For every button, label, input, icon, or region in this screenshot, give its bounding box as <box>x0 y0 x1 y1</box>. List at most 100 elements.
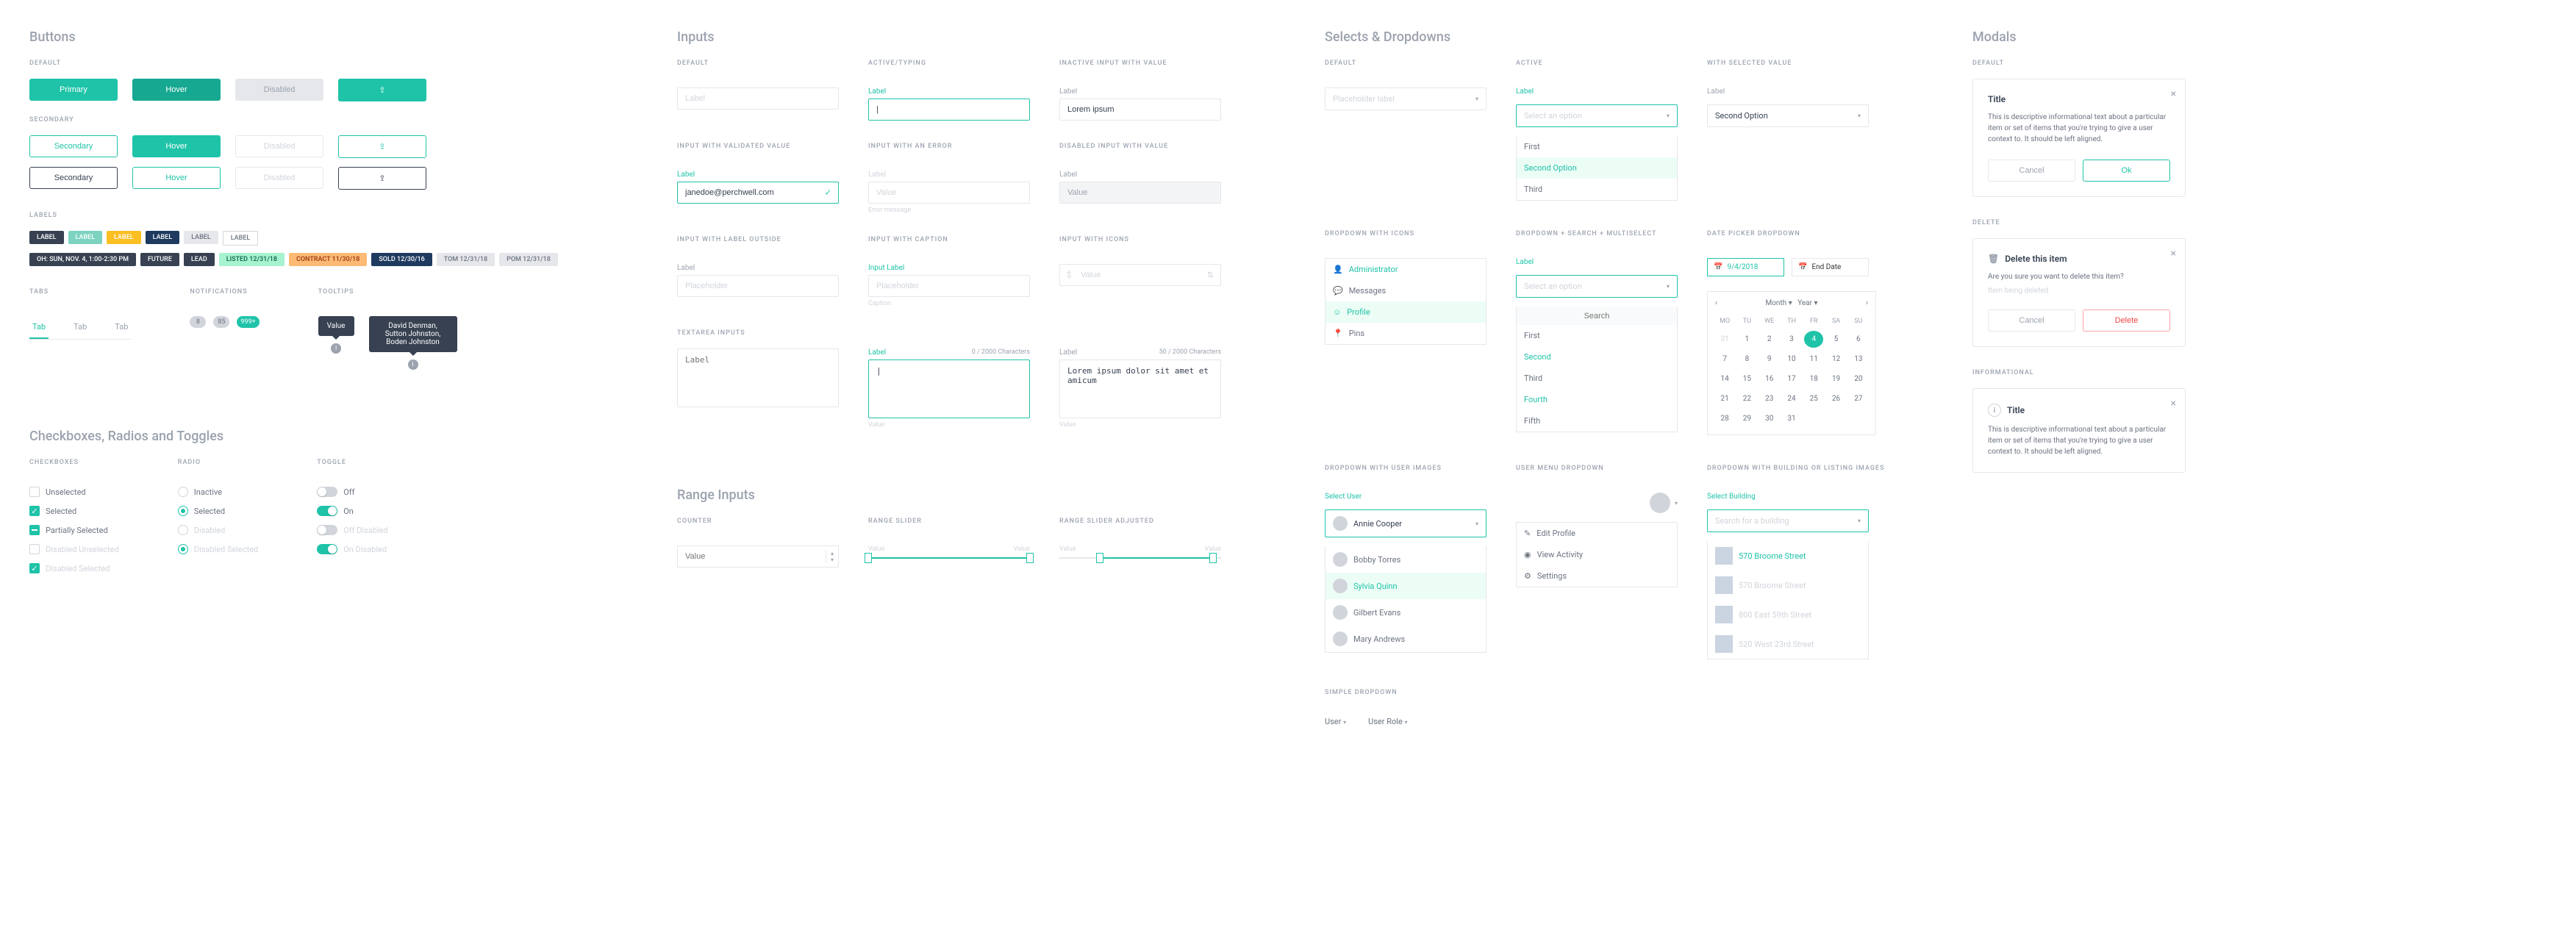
slider-handle-left[interactable] <box>1096 553 1103 563</box>
toggle-off[interactable]: Off <box>317 487 387 497</box>
end-date-input[interactable]: 📅End Date <box>1792 258 1869 276</box>
radio-selected[interactable]: Selected <box>178 506 258 516</box>
user-option[interactable]: Mary Andrews <box>1325 626 1486 652</box>
range-slider[interactable] <box>868 557 1030 559</box>
textarea-empty[interactable] <box>677 348 839 407</box>
stepper-icon[interactable]: ⇅ <box>1207 271 1214 280</box>
delete-button[interactable]: Delete <box>2083 310 2170 332</box>
slider-handle-right[interactable] <box>1026 553 1034 563</box>
dropdown-pins[interactable]: 📍Pins <box>1325 323 1486 344</box>
input-validated[interactable] <box>677 182 839 204</box>
info-icon[interactable]: i <box>331 343 341 354</box>
input-default[interactable] <box>677 87 839 110</box>
menu-view-activity[interactable]: ◉View Activity <box>1517 544 1677 565</box>
input-active[interactable] <box>868 99 1030 121</box>
textarea-filled[interactable]: Lorem ipsum dolor sit amet et amicum <box>1059 359 1221 418</box>
slider-handle-right[interactable] <box>1209 553 1217 563</box>
edit-icon: ✎ <box>1524 529 1531 538</box>
calendar-grid: MOTUWETHFRSASU 31123456 78910111213 1415… <box>1715 315 1868 427</box>
input-with-value[interactable] <box>1059 99 1221 121</box>
input-label-outside[interactable] <box>677 275 839 297</box>
counter-input[interactable]: ▴▾ <box>677 545 839 568</box>
select-placeholder[interactable]: Placeholder label▾ <box>1325 87 1486 110</box>
cancel-button[interactable]: Cancel <box>1988 310 2075 332</box>
building-option[interactable]: 570 Broome Street <box>1708 570 1868 600</box>
dropdown-option[interactable]: Fourth <box>1517 389 1677 410</box>
avatar <box>1333 631 1348 646</box>
simple-user-role[interactable]: User Role ▾ <box>1368 717 1407 726</box>
building-option[interactable]: 800 East 59th Street <box>1708 600 1868 629</box>
secondary-button[interactable]: Secondary <box>29 135 118 157</box>
status-pill: TOM 12/31/18 <box>437 253 495 266</box>
tertiary-hover-button[interactable]: Hover <box>132 167 221 189</box>
avatar[interactable] <box>1650 493 1670 513</box>
close-icon[interactable]: × <box>2171 398 2176 409</box>
notification-badge: 85 <box>213 316 229 328</box>
close-icon[interactable]: × <box>2171 88 2176 100</box>
building-option[interactable]: 520 West 23rd Street <box>1708 629 1868 659</box>
checkbox-selected[interactable]: ✓Selected <box>29 506 119 516</box>
range-slider-adjusted[interactable] <box>1059 557 1221 559</box>
user-option[interactable]: Gilbert Evans <box>1325 599 1486 626</box>
slider-adjusted-label: RANGE SLIDER ADJUSTED <box>1059 518 1221 525</box>
dropdown-option[interactable]: First <box>1517 325 1677 346</box>
primary-button[interactable]: Primary <box>29 79 118 101</box>
secondary-icon-button[interactable]: ⇪ <box>338 135 426 158</box>
user-option[interactable]: Sylvia Quinn <box>1325 573 1486 599</box>
primary-icon-button[interactable]: ⇪ <box>338 79 426 101</box>
dropdown-option[interactable]: Second <box>1517 346 1677 368</box>
building-thumbnail <box>1715 606 1733 623</box>
dropdown-admin[interactable]: 👤Administrator <box>1325 259 1486 280</box>
input-validated-label: INPUT WITH VALIDATED VALUE <box>677 143 839 150</box>
radio-inactive[interactable]: Inactive <box>178 487 258 497</box>
close-icon[interactable]: × <box>2171 248 2176 260</box>
dropdown-option[interactable]: Third <box>1517 179 1677 200</box>
dropdown-messages[interactable]: 💬Messages <box>1325 280 1486 301</box>
stepper-down-icon[interactable]: ▾ <box>826 557 838 563</box>
slider-handle-left[interactable] <box>865 553 872 563</box>
stepper-up-icon[interactable]: ▴ <box>826 550 838 557</box>
checkbox-unselected[interactable]: Unselected <box>29 487 119 497</box>
input-with-icons[interactable] <box>1059 264 1221 286</box>
tab-item[interactable]: Tab <box>29 316 49 339</box>
checkbox-partial[interactable]: Partially Selected <box>29 525 119 535</box>
input-error[interactable] <box>868 182 1030 204</box>
select-building-label: Select Building <box>1707 493 1885 501</box>
tertiary-icon-button[interactable]: ⇪ <box>338 167 426 190</box>
cancel-button[interactable]: Cancel <box>1988 160 2075 182</box>
dropdown-profile[interactable]: ☺Profile <box>1325 301 1486 323</box>
dropdown-option[interactable]: Fifth <box>1517 410 1677 432</box>
input-with-caption[interactable] <box>868 275 1030 297</box>
textarea-active[interactable]: | <box>868 359 1030 418</box>
select-user[interactable]: Annie Cooper▾ <box>1325 509 1486 537</box>
ok-button[interactable]: Ok <box>2083 160 2170 182</box>
chevron-down-icon: ▾ <box>1475 96 1478 102</box>
info-icon[interactable]: i <box>408 359 418 370</box>
tab-item[interactable]: Tab <box>112 316 131 339</box>
select-building[interactable]: Search for a building▾ <box>1707 509 1869 532</box>
prev-month-icon[interactable]: ‹ <box>1715 299 1717 307</box>
user-option[interactable]: Bobby Torres <box>1325 546 1486 573</box>
start-date-input[interactable]: 📅9/4/2018 <box>1707 258 1784 276</box>
dropdown-search-input[interactable] <box>1524 312 1670 321</box>
tertiary-button[interactable]: Secondary <box>29 167 118 189</box>
building-option[interactable]: 570 Broome Street <box>1708 541 1868 570</box>
primary-hover-button[interactable]: Hover <box>132 79 221 101</box>
chevron-down-icon: ▾ <box>1405 719 1408 726</box>
dropdown-option[interactable]: Third <box>1517 368 1677 389</box>
chevron-down-icon[interactable]: ▾ <box>1675 500 1678 507</box>
select-filled[interactable]: Second Option▾ <box>1707 104 1869 127</box>
secondary-hover-button[interactable]: Hover <box>132 135 221 157</box>
select-search[interactable]: Select an option▾ <box>1516 275 1678 298</box>
input-disabled <box>1059 182 1221 204</box>
toggle-on[interactable]: On <box>317 506 387 516</box>
menu-settings[interactable]: ⚙Settings <box>1517 565 1677 587</box>
simple-user[interactable]: User ▾ <box>1325 717 1346 726</box>
next-month-icon[interactable]: › <box>1866 299 1868 307</box>
chevron-down-icon: ▾ <box>1858 112 1861 119</box>
dropdown-option[interactable]: First <box>1517 136 1677 157</box>
select-open[interactable]: Select an option▾ <box>1516 104 1678 127</box>
dropdown-option[interactable]: Second Option <box>1517 157 1677 179</box>
tab-item[interactable]: Tab <box>71 316 90 339</box>
menu-edit-profile[interactable]: ✎Edit Profile <box>1517 523 1677 544</box>
